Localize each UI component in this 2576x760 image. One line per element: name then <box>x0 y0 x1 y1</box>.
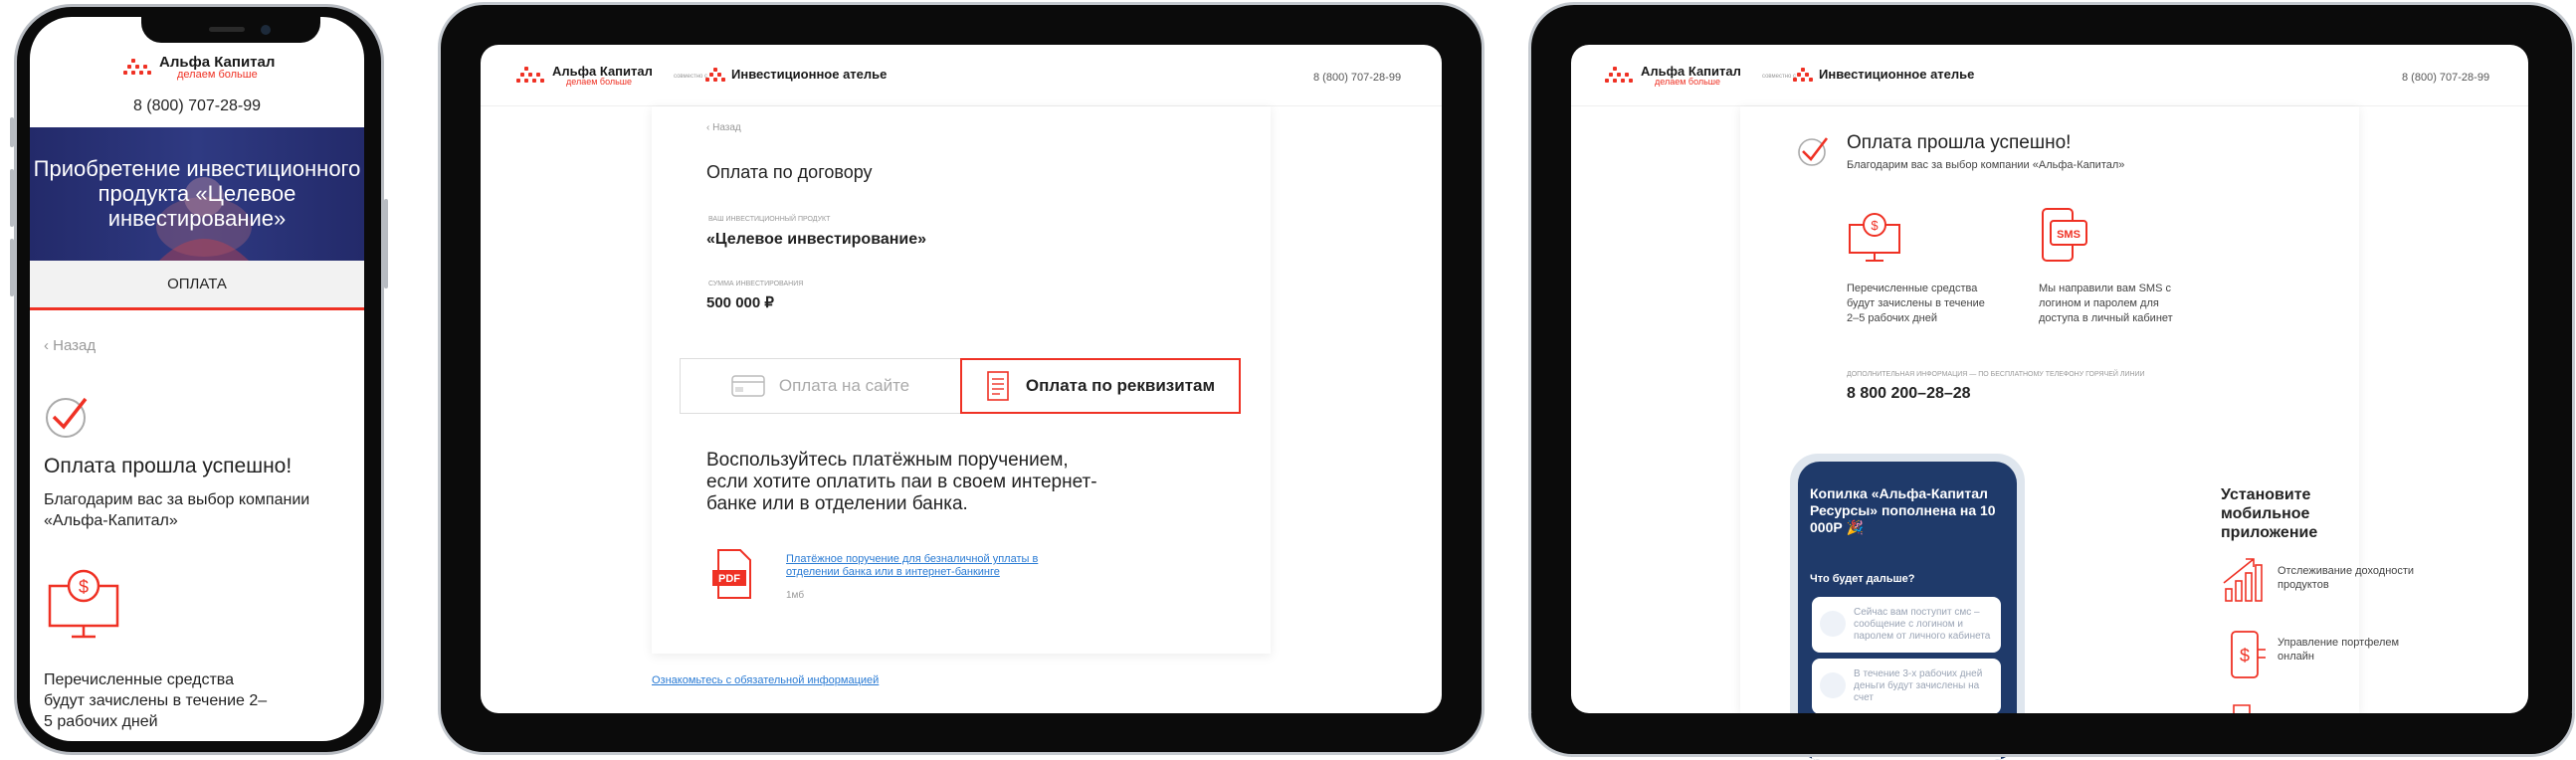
svg-text:$: $ <box>1871 218 1879 233</box>
chat-bubble-icon <box>1820 611 1846 637</box>
logo-tagline: делаем больше <box>566 77 633 87</box>
tablet-screen-success: Альфа Капитал делаем больше совместно с … <box>1571 45 2528 713</box>
success-check-icon <box>1798 137 1829 166</box>
chevron-left-icon: ‹ <box>44 337 54 354</box>
app-preview-card: Сейчас вам поступит смс – сообщение с ло… <box>1812 597 2001 653</box>
phone-side-button <box>10 239 14 296</box>
monitor-coin-icon: $ <box>1849 213 1900 262</box>
back-link-label: Назад <box>53 337 97 354</box>
monitor-coin-icon: $ <box>48 569 119 639</box>
extra-info-label: ДОПОЛНИТЕЛЬНАЯ ИНФОРМАЦИЯ — ПО БЕСПЛАТНО… <box>1847 371 2145 378</box>
phone-side-button <box>384 199 388 288</box>
tab-online-label: Оплата на сайте <box>778 376 910 395</box>
back-link[interactable]: ‹ Назад <box>44 337 96 354</box>
tablet-bezel-bottom-frame <box>1528 713 2575 757</box>
logo-dots-icon <box>514 67 548 85</box>
logo-dots-icon <box>1603 67 1637 85</box>
partner-logo[interactable]: Инвестиционное ателье <box>1793 67 1974 82</box>
success-title: Оплата прошла успешно! <box>1847 132 2072 153</box>
partner-dots-icon <box>705 67 731 82</box>
mandatory-info-link[interactable]: Ознакомьтесь с обязательной информацией <box>652 674 879 686</box>
sms-phone-icon: SMS <box>2042 208 2087 262</box>
app-preview-next: Что будет дальше? <box>1810 573 1915 585</box>
back-link-label: Назад <box>712 122 741 133</box>
brand-logo[interactable]: Альфа Капитал делаем больше <box>514 65 653 87</box>
phone-notch <box>141 17 320 43</box>
tab-payment[interactable]: ОПЛАТА <box>30 261 364 310</box>
app-feature-tracking: Отслеживание доходности продуктов <box>2278 565 2415 591</box>
app-preview-card-text: Сейчас вам поступит смс – сообщение с ло… <box>1854 607 1991 642</box>
tab-requisites-payment[interactable]: Оплата по реквизитам <box>960 358 1241 414</box>
info-text: Перечисленные средства будут зачислены в… <box>44 671 268 730</box>
feature-funds-text: Перечисленные средства будут зачислены в… <box>1847 283 1985 324</box>
phone-number[interactable]: 8 (800) 707-28-99 <box>30 97 364 115</box>
growth-chart-icon <box>2223 558 2263 602</box>
phone-screen: Альфа Капитал делаем больше 8 (800) 707-… <box>30 17 364 741</box>
app-preview-phone: Копилка «Альфа-Капитал Ресурсы» пополнен… <box>1790 454 2025 760</box>
together-label: совместно с <box>1762 74 1797 80</box>
tab-requisites-label: Оплата по реквизитам <box>1025 376 1216 395</box>
pdf-file-icon[interactable]: PDF <box>710 548 756 602</box>
amount-value: 500 000 ₽ <box>706 294 774 311</box>
next-feature-icon <box>2233 704 2251 713</box>
success-title: Оплата прошла успешно! <box>44 455 293 477</box>
phone-number[interactable]: 8 (800) 707-28-99 <box>1313 72 1401 84</box>
clock-icon <box>1820 672 1846 698</box>
feature-sms-text: Мы направили вам SMS с логином и паролем… <box>2039 283 2173 324</box>
file-size: 1мб <box>786 590 805 601</box>
success-check-icon <box>46 397 88 438</box>
page-title: Оплата по договору <box>706 162 873 182</box>
logo-dots-icon <box>121 59 155 77</box>
together-label: совместно с <box>674 74 708 80</box>
app-preview-card: В течение 3-х рабочих дней деньги будут … <box>1812 659 2001 714</box>
payment-order-download-link[interactable]: Платёжное поручение для безналичной упла… <box>786 553 1045 579</box>
tablet-screen-payment: Альфа Капитал делаем больше совместно с … <box>481 45 1442 713</box>
partner-name: Инвестиционное ателье <box>731 67 888 82</box>
app-preview-card-text: В течение 3-х рабочих дней деньги будут … <box>1854 668 1983 703</box>
product-value: «Целевое инвестирование» <box>706 231 927 248</box>
install-app-title: Установите мобильное приложение <box>2221 486 2318 541</box>
brand-logo[interactable]: Альфа Капитал делаем больше <box>1603 65 1741 87</box>
back-link[interactable]: ‹ Назад <box>706 122 741 133</box>
sms-badge-text: SMS <box>2057 229 2081 241</box>
partner-logo[interactable]: Инвестиционное ателье <box>705 67 887 82</box>
brand-logo[interactable]: Альфа Капитал делаем больше <box>121 55 275 81</box>
pdf-badge-text: PDF <box>718 573 740 585</box>
success-subtitle: Благодарим вас за выбор компании «Альфа-… <box>1847 159 2125 171</box>
credit-card-icon <box>731 375 765 397</box>
logo-name: Альфа Капитал <box>159 54 276 71</box>
logo-tagline: делаем больше <box>177 69 258 81</box>
app-preview-headline: Копилка «Альфа-Капитал Ресурсы» пополнен… <box>1810 485 1996 535</box>
tab-online-payment[interactable]: Оплата на сайте <box>680 358 961 414</box>
amount-label: СУММА ИНВЕСТИРОВАНИЯ <box>708 281 804 287</box>
phone-number[interactable]: 8 (800) 707-28-99 <box>2402 72 2489 84</box>
phone-side-button <box>10 169 14 227</box>
logo-tagline: делаем больше <box>1655 77 1721 87</box>
svg-text:$: $ <box>2240 646 2250 665</box>
partner-name: Инвестиционное ателье <box>1819 67 1975 82</box>
instruction-text: Воспользуйтесь платёжным поручением, есл… <box>706 450 1097 514</box>
partner-dots-icon <box>1793 67 1819 82</box>
success-text: Благодарим вас за выбор компании «Альфа-… <box>44 491 310 529</box>
phone-side-button <box>10 117 14 147</box>
app-feature-portfolio: Управление портфелем онлайн <box>2278 637 2400 663</box>
phone-dollar-icon: $ <box>2231 631 2266 678</box>
svg-text:$: $ <box>79 577 89 597</box>
banner-title: Приобретение инвестиционного продукта «Ц… <box>33 156 361 231</box>
document-icon <box>987 371 1009 401</box>
hotline-number[interactable]: 8 800 200–28–28 <box>1847 385 1971 403</box>
product-label: ВАШ ИНВЕСТИЦИОННЫЙ ПРОДУКТ <box>708 216 831 223</box>
